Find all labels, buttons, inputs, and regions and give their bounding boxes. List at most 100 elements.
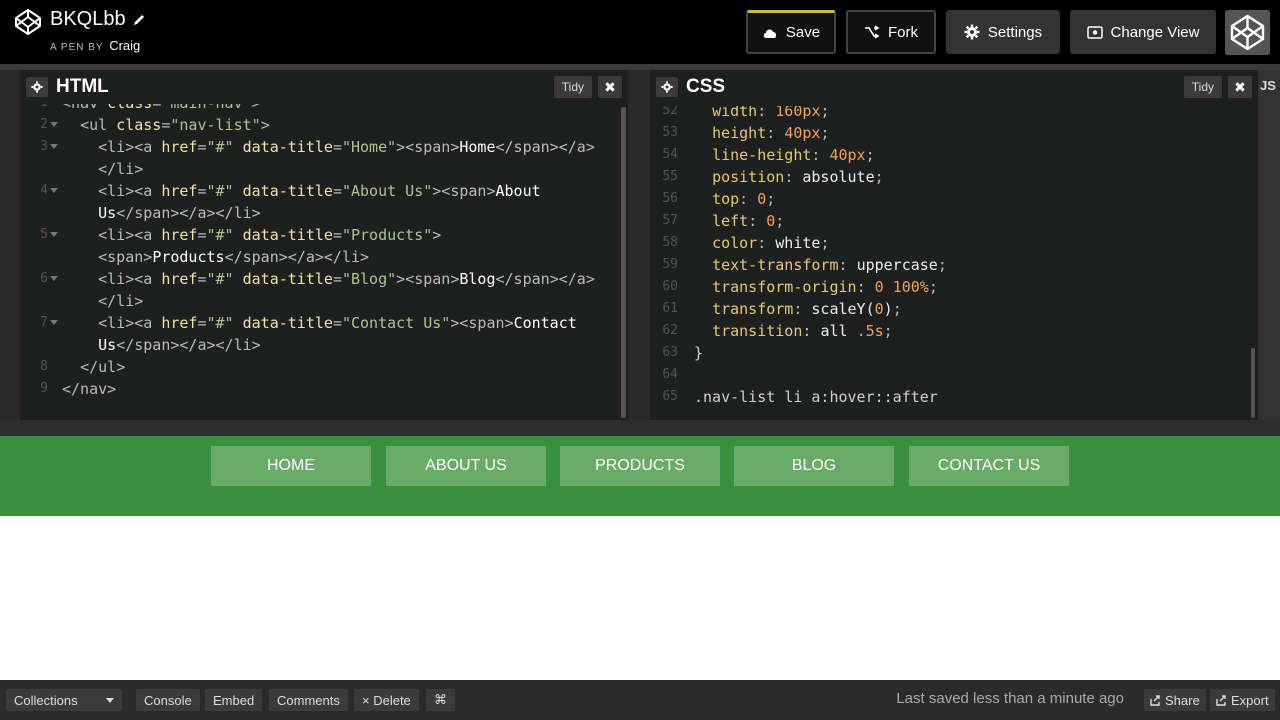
code-text: left: 0; — [712, 212, 785, 230]
code-line[interactable]: 52 width: 160px; — [650, 106, 1258, 122]
code-line[interactable]: 58 color: white; — [650, 232, 1258, 254]
code-text: transform: scaleY(0); — [712, 300, 902, 318]
code-line[interactable]: 64 — [650, 364, 1258, 386]
code-line[interactable]: </li> — [20, 158, 628, 180]
collections-label: Collections — [14, 692, 78, 708]
code-line[interactable]: 59 text-transform: uppercase; — [650, 254, 1258, 276]
save-button[interactable]: Save — [746, 10, 836, 54]
code-line[interactable]: 5 <li><a href="#" data-title="Products"> — [20, 224, 628, 246]
line-number: 8 — [40, 359, 48, 374]
code-text: <li><a href="#" data-title="Blog"><span>… — [98, 270, 595, 288]
settings-button[interactable]: Settings — [946, 10, 1060, 54]
html-close-button[interactable]: ✖ — [598, 76, 622, 98]
fold-arrow-icon[interactable] — [50, 188, 58, 193]
change-view-button[interactable]: Change View — [1070, 10, 1216, 54]
comments-button[interactable]: Comments — [269, 689, 348, 711]
html-settings-button[interactable] — [26, 77, 48, 97]
code-text: position: absolute; — [712, 168, 884, 186]
pencil-icon[interactable] — [132, 13, 146, 27]
code-line[interactable]: 6 <li><a href="#" data-title="Blog"><spa… — [20, 268, 628, 290]
fold-arrow-icon[interactable] — [50, 232, 58, 237]
code-line[interactable]: 57 left: 0; — [650, 210, 1258, 232]
code-line[interactable]: 2 <ul class="nav-list"> — [20, 114, 628, 136]
code-line[interactable]: 4 <li><a href="#" data-title="About Us">… — [20, 180, 628, 202]
html-scrollbar[interactable] — [621, 107, 626, 418]
author-link[interactable]: Craig — [109, 38, 140, 53]
line-number: 63 — [662, 345, 678, 360]
line-number: 56 — [662, 191, 678, 206]
fold-arrow-icon[interactable] — [50, 144, 58, 149]
code-line[interactable]: 1 <nav class="main-nav"> — [20, 104, 628, 114]
fold-arrow-icon[interactable] — [50, 122, 58, 127]
fork-button[interactable]: Fork — [846, 10, 936, 54]
avatar-icon — [1225, 10, 1270, 55]
settings-label: Settings — [987, 23, 1043, 41]
fold-arrow-icon[interactable] — [50, 276, 58, 281]
code-line[interactable]: <span>Products</span></a></li> — [20, 246, 628, 268]
css-close-button[interactable]: ✖ — [1228, 76, 1252, 98]
preview-resize-bar[interactable] — [0, 420, 1280, 436]
nav-item-about-us[interactable]: ABOUT US — [386, 446, 546, 486]
change-view-label: Change View — [1110, 23, 1200, 41]
codepen-logo-icon[interactable] — [14, 8, 42, 36]
html-editor-pane: HTML Tidy ✖ 1<nav class="main-nav">2 <ul… — [20, 70, 628, 420]
console-button[interactable]: Console — [136, 689, 200, 711]
export-button[interactable]: Export — [1210, 689, 1275, 711]
nav-item-products[interactable]: PRODUCTS — [560, 446, 720, 486]
collections-select[interactable]: Collections — [6, 689, 122, 711]
css-scrollbar[interactable] — [1251, 348, 1255, 418]
editor-left-gutter — [0, 70, 20, 420]
line-number: 4 — [40, 183, 48, 198]
code-line[interactable]: 9 </nav> — [20, 378, 628, 400]
code-line[interactable]: 65 .nav-list li a:hover::after — [650, 386, 1258, 408]
code-text: <span>Products</span></a></li> — [98, 248, 370, 266]
css-settings-button[interactable] — [656, 77, 678, 97]
line-number: 1 — [20, 104, 48, 114]
html-code-editor[interactable]: 1 <nav class="main-nav">2 <ul class="nav-… — [20, 104, 628, 420]
delete-button[interactable]: × Delete — [354, 689, 419, 711]
nav-item-home[interactable]: HOME — [211, 446, 371, 486]
code-text: <li><a href="#" data-title="Contact Us">… — [98, 314, 577, 332]
preview-nav: HOME ABOUT US PRODUCTS BLOG CONTACT US — [0, 436, 1280, 516]
pen-title[interactable]: BKQLbb — [50, 8, 146, 31]
code-text: line-height: 40px; — [712, 146, 875, 164]
css-code-editor[interactable]: 52 width: 160px; 53 height: 40px; 54 line-… — [650, 106, 1258, 420]
code-line[interactable]: </li> — [20, 290, 628, 312]
code-line[interactable]: 55 position: absolute; — [650, 166, 1258, 188]
code-line[interactable]: 3 <li><a href="#" data-title="Home"><spa… — [20, 136, 628, 158]
share-button[interactable]: Share — [1144, 689, 1206, 711]
code-line[interactable]: 54 line-height: 40px; — [650, 144, 1258, 166]
code-line[interactable]: 62 transition: all .5s; — [650, 320, 1258, 342]
code-text: <nav class="main-nav"> — [62, 104, 261, 114]
code-text: Us</span></a></li> — [62, 204, 261, 222]
line-number: 65 — [662, 389, 678, 404]
code-line[interactable]: Us</span></a></li> — [20, 202, 628, 224]
nav-item-blog[interactable]: BLOG — [734, 446, 894, 486]
line-number: 61 — [662, 301, 678, 316]
code-line[interactable]: 63} — [650, 342, 1258, 364]
code-text: Us</span></a></li> — [62, 336, 261, 354]
code-line[interactable]: 60 transform-origin: 0 100%; — [650, 276, 1258, 298]
fork-icon — [865, 25, 880, 39]
line-number: 52 — [662, 106, 678, 118]
code-text: width: 160px; — [712, 106, 830, 120]
code-line[interactable]: 53 height: 40px; — [650, 122, 1258, 144]
code-text: <li><a href="#" data-title="Products"> — [98, 226, 442, 244]
code-line[interactable]: 7 <li><a href="#" data-title="Contact Us… — [20, 312, 628, 334]
css-editor-pane: CSS Tidy ✖ 52 width: 160px; 53 height: 40… — [650, 70, 1258, 420]
nav-item-contact-us[interactable]: CONTACT US — [909, 446, 1069, 486]
code-line[interactable]: Us</span></a></li> — [20, 334, 628, 356]
fold-arrow-icon[interactable] — [50, 320, 58, 325]
js-pane-collapsed[interactable] — [1258, 70, 1280, 420]
code-line[interactable]: 8 </ul> — [20, 356, 628, 378]
share-icon — [1150, 694, 1160, 706]
html-tidy-button[interactable]: Tidy — [553, 76, 592, 98]
avatar[interactable] — [1225, 10, 1270, 55]
code-text: color: white; — [712, 234, 830, 252]
code-line[interactable]: 56 top: 0; — [650, 188, 1258, 210]
code-line[interactable]: 61 transform: scaleY(0); — [650, 298, 1258, 320]
keyboard-shortcuts-button[interactable]: ⌘ — [426, 689, 455, 711]
embed-button[interactable]: Embed — [205, 689, 263, 711]
css-tidy-button[interactable]: Tidy — [1183, 76, 1222, 98]
save-label: Save — [785, 24, 821, 41]
